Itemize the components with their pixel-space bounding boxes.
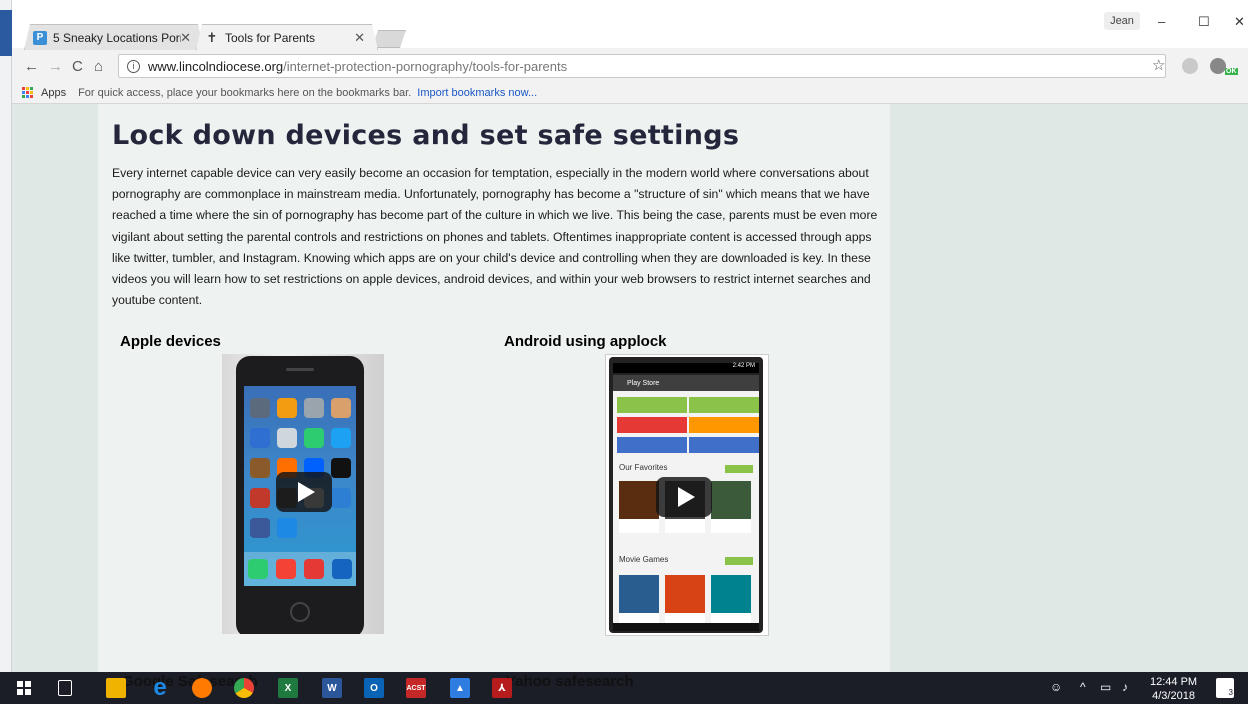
- bookmarks-hint: For quick access, place your bookmarks h…: [78, 86, 412, 99]
- play-button[interactable]: [656, 477, 712, 517]
- task-view-icon[interactable]: [58, 680, 72, 696]
- play-icon: [677, 487, 695, 507]
- p-logo-icon: P: [33, 31, 47, 45]
- video-title-yahoo: Yahoo safesearch: [506, 673, 634, 690]
- pdf-icon[interactable]: ⅄: [492, 678, 512, 698]
- clock-date: 4/3/2018: [1152, 690, 1195, 702]
- people-icon[interactable]: ☺: [1050, 680, 1062, 694]
- profile-button[interactable]: Jean: [1104, 12, 1140, 30]
- phone-speaker: [286, 368, 314, 371]
- page-viewport[interactable]: Lock down devices and set safe settings …: [12, 104, 1248, 672]
- excel-icon[interactable]: X: [278, 678, 298, 698]
- tab-title: 5 Sneaky Locations Porn: [53, 30, 181, 45]
- file-explorer-icon[interactable]: [106, 678, 126, 698]
- outlook-icon[interactable]: O: [364, 678, 384, 698]
- chevron-up-icon[interactable]: ^: [1080, 680, 1086, 694]
- volume-icon[interactable]: ♪: [1122, 680, 1128, 694]
- android-status-bar: 2:42 PM: [613, 363, 759, 373]
- info-icon[interactable]: i: [127, 59, 140, 73]
- maximize-icon[interactable]: ☐: [1198, 14, 1210, 30]
- drive-icon[interactable]: ▲: [450, 678, 470, 698]
- window-accent: [0, 10, 12, 56]
- extension-icon[interactable]: [1182, 58, 1198, 74]
- word-icon[interactable]: W: [322, 678, 342, 698]
- app-grid: [250, 398, 351, 538]
- new-tab-button[interactable]: [372, 30, 406, 48]
- back-icon[interactable]: ←: [24, 58, 39, 75]
- clock-time: 12:44 PM: [1150, 676, 1198, 688]
- extension-eye-icon[interactable]: [1210, 58, 1226, 74]
- close-tab-icon[interactable]: ✕: [180, 30, 191, 46]
- content-column: Lock down devices and set safe settings …: [98, 104, 890, 672]
- tab-sneaky-locations[interactable]: P 5 Sneaky Locations Porn ✕: [24, 24, 204, 50]
- section-our-favorites: Our Favorites: [619, 463, 668, 472]
- edge-icon[interactable]: e: [150, 674, 170, 701]
- play-store-bar: Play Store: [613, 375, 759, 391]
- play-icon: [297, 482, 315, 502]
- url-path: /internet-protection-pornography/tools-f…: [283, 58, 568, 74]
- tab-strip: P 5 Sneaky Locations Porn ✕ ✝ Tools for …: [12, 0, 1248, 48]
- android-video-thumbnail[interactable]: 2:42 PM Play Store Our Favorites Movie G…: [605, 354, 769, 636]
- play-button[interactable]: [276, 472, 332, 512]
- notification-center-icon[interactable]: 3: [1216, 678, 1234, 698]
- windows-taskbar: Google Safesearch Yahoo safesearch e X W…: [0, 672, 1248, 704]
- intro-paragraph: Every internet capable device can very e…: [112, 166, 878, 308]
- chrome-icon[interactable]: [234, 678, 254, 698]
- browser-chrome: P 5 Sneaky Locations Porn ✕ ✝ Tools for …: [12, 0, 1248, 104]
- browser-toolbar: ← → C ⌂ i www.lincolndiocese.org/interne…: [12, 50, 1248, 82]
- apple-video-thumbnail[interactable]: [222, 354, 384, 634]
- android-nav-bar: [613, 623, 759, 631]
- video-title-apple: Apple devices: [120, 333, 221, 350]
- section-movie-games: Movie Games: [619, 555, 669, 564]
- video-title-android: Android using applock: [504, 333, 667, 350]
- page-heading: Lock down devices and set safe settings: [112, 120, 740, 151]
- firefox-icon[interactable]: [192, 678, 212, 698]
- url-text: www.lincolndiocese.org/internet-protecti…: [148, 59, 567, 74]
- import-bookmarks-link[interactable]: Import bookmarks now...: [417, 87, 537, 99]
- reload-icon[interactable]: C: [72, 58, 83, 75]
- bookmarks-bar: Apps For quick access, place your bookma…: [12, 82, 1248, 104]
- bookmark-star-icon[interactable]: ☆: [1152, 56, 1165, 74]
- acrobat-icon[interactable]: ACST: [406, 678, 426, 698]
- system-clock[interactable]: 12:44 PM 4/3/2018: [1150, 675, 1197, 703]
- close-tab-icon[interactable]: ✕: [354, 30, 365, 46]
- tab-title: Tools for Parents: [225, 30, 316, 45]
- close-window-icon[interactable]: ✕: [1234, 14, 1245, 30]
- apps-link[interactable]: Apps: [41, 87, 66, 99]
- home-button: [290, 602, 310, 622]
- address-bar[interactable]: i www.lincolndiocese.org/internet-protec…: [118, 54, 1166, 78]
- phone-dock: [244, 552, 356, 586]
- network-icon[interactable]: ▭: [1100, 680, 1111, 694]
- url-host: www.lincolndiocese.org: [148, 58, 284, 74]
- extension-ok-badge: OK: [1225, 68, 1238, 75]
- windows-icon[interactable]: [14, 678, 34, 698]
- home-icon[interactable]: ⌂: [94, 58, 103, 75]
- minimize-icon[interactable]: –: [1158, 14, 1165, 29]
- apps-grid-icon[interactable]: [22, 87, 33, 98]
- tab-tools-for-parents[interactable]: ✝ Tools for Parents ✕: [196, 24, 378, 50]
- forward-icon[interactable]: →: [48, 58, 63, 75]
- cross-icon: ✝: [206, 29, 218, 45]
- window-left-edge: [0, 0, 12, 672]
